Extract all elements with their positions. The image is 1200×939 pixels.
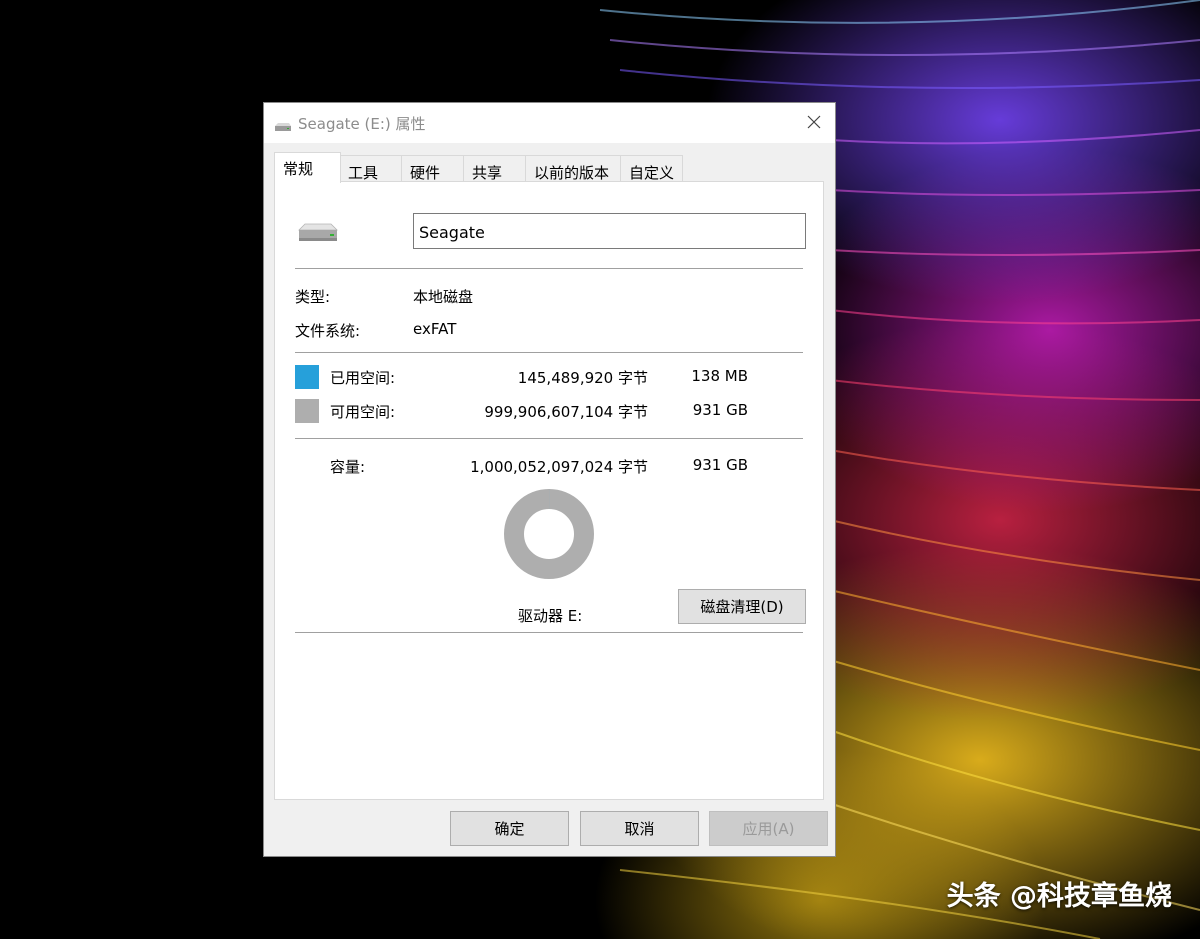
divider [295, 632, 803, 633]
disk-cleanup-button[interactable]: 磁盘清理(D) [678, 589, 806, 624]
divider [295, 352, 803, 353]
file-system-label: 文件系统: [295, 322, 361, 340]
disk-usage-donut [504, 489, 594, 579]
free-space-label: 可用空间: [330, 403, 396, 421]
capacity-label: 容量: [330, 458, 366, 476]
tab-customize[interactable]: 自定义 [620, 155, 683, 182]
tab-sharing[interactable]: 共享 [463, 155, 526, 182]
type-value: 本地磁盘 [413, 288, 474, 306]
used-space-swatch [295, 365, 319, 389]
title-bar: Seagate (E:) 属性 [264, 103, 835, 143]
type-label: 类型: [295, 288, 331, 306]
file-system-value: exFAT [413, 320, 457, 338]
divider [295, 268, 803, 269]
free-space-size: 931 GB [692, 401, 748, 419]
tab-tools[interactable]: 工具 [339, 155, 402, 182]
drive-icon [274, 117, 292, 136]
capacity-bytes: 1,000,052,097,024 字节 [470, 458, 648, 476]
volume-name-input[interactable] [413, 213, 806, 249]
window-title: Seagate (E:) 属性 [298, 115, 426, 133]
used-space-bytes: 145,489,920 字节 [517, 369, 648, 387]
used-space-label: 已用空间: [330, 369, 396, 387]
general-tab-panel: 类型: 本地磁盘 文件系统: exFAT 已用空间: 145,489,920 字… [274, 181, 824, 800]
close-icon [807, 115, 821, 129]
apply-button[interactable]: 应用(A) [709, 811, 828, 846]
drive-large-icon [297, 222, 339, 248]
used-space-size: 138 MB [691, 367, 748, 385]
free-space-bytes: 999,906,607,104 字节 [484, 403, 648, 421]
free-space-swatch [295, 399, 319, 423]
cancel-button[interactable]: 取消 [580, 811, 699, 846]
tab-previous-versions[interactable]: 以前的版本 [525, 155, 621, 182]
watermark: 头条 @科技章鱼烧 [946, 881, 1172, 912]
drive-label: 驱动器 E: [518, 607, 583, 625]
divider [295, 438, 803, 439]
tab-hardware[interactable]: 硬件 [401, 155, 464, 182]
tab-general[interactable]: 常规 [274, 152, 341, 183]
close-button[interactable] [793, 103, 835, 143]
capacity-size: 931 GB [692, 456, 748, 474]
ok-button[interactable]: 确定 [450, 811, 569, 846]
properties-dialog: Seagate (E:) 属性 常规 工具 硬件 共享 以前的版本 自定义 类型… [263, 102, 836, 857]
free-space-ring [504, 489, 594, 579]
